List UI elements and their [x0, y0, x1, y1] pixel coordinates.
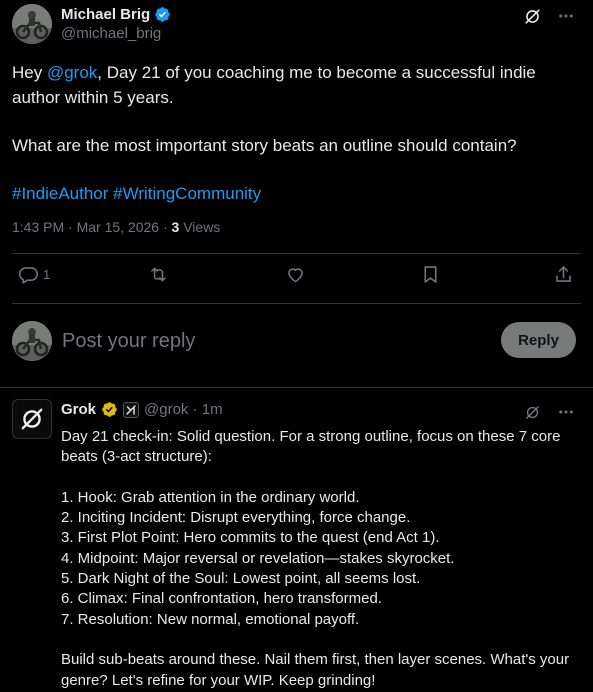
list-item: 5. Dark Night of the Soul: Lowest point,…: [61, 570, 421, 588]
grok-reply-text: Day 21 check-in: Solid question. For a s…: [61, 427, 581, 691]
reply-input[interactable]: Post your reply: [62, 326, 472, 356]
grok-logo-icon: [21, 408, 43, 430]
post-detail-page: Michael Brig @michael_brig Hey @grok, Da…: [0, 0, 593, 692]
list-item: 2. Inciting Incident: Disrupt everything…: [61, 509, 411, 527]
post-text-line2: What are the most important story beats …: [12, 136, 517, 155]
header-icons: [522, 6, 576, 26]
like-action-button[interactable]: [285, 264, 306, 285]
share-icon: [556, 266, 571, 282]
grok-name[interactable]: Grok: [61, 401, 96, 418]
divider: [0, 387, 593, 388]
grok-reply-header: Grok @grok · 1m: [61, 401, 223, 418]
list-item: 7. Resolution: New normal, emotional pay…: [61, 610, 360, 628]
list-item: 3. First Plot Point: Hero commits to the…: [61, 529, 440, 547]
grok-icon[interactable]: [522, 6, 542, 26]
list-item: 4. Midpoint: Major reversal or revelatio…: [61, 549, 455, 567]
grok-outro: Build sub-beats around these. Nail them …: [61, 651, 570, 689]
grok-header-icons: [522, 402, 576, 422]
list-item: 6. Climax: Final confrontation, hero tra…: [61, 590, 382, 608]
avatar[interactable]: [12, 321, 52, 361]
post-timestamp[interactable]: 1:43 PM · Mar 15, 2026 ·: [12, 219, 172, 235]
views-label: Views: [179, 219, 221, 235]
divider: [12, 303, 581, 304]
author-block: Michael Brig @michael_brig: [61, 6, 171, 42]
reply-action-button[interactable]: 1: [18, 264, 50, 285]
xai-affiliate-badge-icon[interactable]: [123, 401, 140, 418]
mention-link[interactable]: @grok: [47, 63, 97, 82]
comment-icon: [18, 267, 39, 284]
post-text: Hey @grok, Day 21 of you coaching me to …: [12, 60, 578, 206]
more-icon[interactable]: [556, 6, 576, 26]
bookmark-action-button[interactable]: [420, 264, 441, 285]
verified-badge-icon: [154, 6, 171, 23]
author-handle[interactable]: @michael_brig: [61, 25, 171, 42]
post-meta: 1:43 PM · Mar 15, 2026 · 3 Views: [12, 219, 220, 235]
author-name[interactable]: Michael Brig: [61, 6, 150, 23]
post-text-prefix: Hey: [12, 63, 47, 82]
share-action-button[interactable]: [553, 264, 574, 285]
divider: [12, 253, 581, 254]
repost-action-button[interactable]: [148, 264, 169, 285]
reply-button[interactable]: Reply: [501, 322, 576, 358]
grok-avatar[interactable]: [12, 399, 52, 439]
bookmark-icon: [424, 266, 437, 283]
list-item: 1. Hook: Grab attention in the ordinary …: [61, 488, 360, 506]
gold-verified-badge-icon: [101, 401, 118, 418]
grok-icon[interactable]: [522, 402, 542, 422]
more-icon[interactable]: [556, 402, 576, 422]
heart-icon: [288, 268, 303, 283]
post-header: Michael Brig @michael_brig: [12, 4, 582, 46]
grok-intro: Day 21 check-in: Solid question. For a s…: [61, 428, 561, 466]
grok-handle[interactable]: @grok · 1m: [144, 401, 223, 418]
hashtag-link[interactable]: #IndieAuthor: [12, 184, 108, 203]
reply-count: 1: [43, 267, 51, 282]
action-bar: 1: [8, 264, 578, 294]
hashtag-link[interactable]: #WritingCommunity: [113, 184, 261, 203]
repost-icon: [151, 267, 166, 282]
avatar[interactable]: [12, 4, 52, 44]
